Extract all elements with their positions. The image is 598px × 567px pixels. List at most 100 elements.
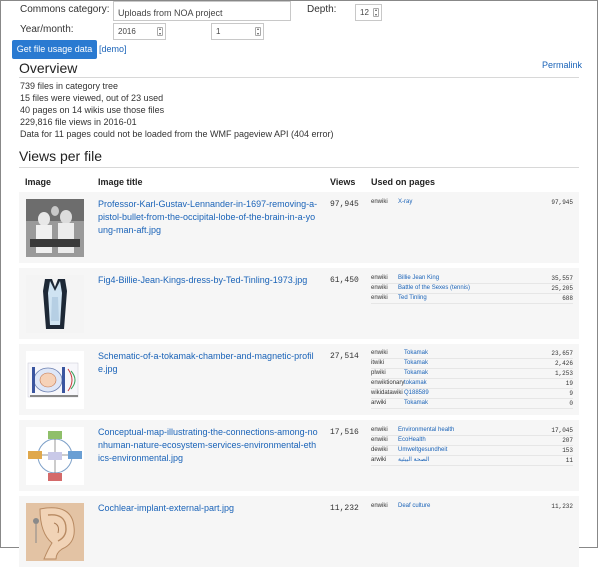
usage-row: dewiki Umweltgesundheit 153 bbox=[371, 446, 573, 456]
usage-page-link[interactable]: Environmental health bbox=[398, 426, 537, 435]
usage-page-link[interactable]: Tokamak bbox=[404, 349, 537, 358]
usage-views: 17,045 bbox=[551, 427, 573, 434]
overview-line: Data for 11 pages could not be loaded fr… bbox=[20, 129, 334, 139]
file-title-link[interactable]: Schematic-of-a-tokamak-chamber-and-magne… bbox=[92, 344, 324, 415]
usage-row: arwiki الصحة البيئية 11 bbox=[371, 456, 573, 466]
column-header-views: Views bbox=[330, 177, 356, 187]
demo-link[interactable]: [demo] bbox=[99, 44, 127, 54]
overview-line: 40 pages on 14 wikis use those files bbox=[20, 105, 165, 115]
usage-row: plwiki Tokamak 1,253 bbox=[371, 369, 573, 379]
file-title-link[interactable]: Cochlear-implant-external-part.jpg bbox=[92, 496, 324, 567]
file-title-link[interactable]: Professor-Karl-Gustav-Lennander-in-1697-… bbox=[92, 192, 324, 263]
views-per-file-heading: Views per file bbox=[19, 148, 103, 164]
category-label: Commons category: bbox=[20, 4, 110, 15]
tokamak-diagram-icon[interactable] bbox=[26, 351, 84, 409]
usage-views: 97,945 bbox=[551, 199, 573, 206]
usage-page-link[interactable]: Deaf culture bbox=[398, 502, 537, 511]
year-stepper[interactable]: 2016 bbox=[113, 23, 166, 40]
usage-page-link[interactable]: الصحة البيئية bbox=[398, 456, 537, 465]
usage-wiki: enwiktionary bbox=[371, 380, 405, 386]
column-header-used-on: Used on pages bbox=[371, 177, 436, 187]
overview-stats: 739 files in category tree 15 files were… bbox=[20, 80, 334, 140]
usage-row: enwiki Ted Tinling 688 bbox=[371, 294, 573, 304]
file-title-link[interactable]: Conceptual-map-illustrating-the-connecti… bbox=[92, 420, 324, 491]
file-views: 27,514 bbox=[324, 344, 365, 415]
usage-row: enwiki Environmental health 17,045 bbox=[371, 426, 573, 436]
table-header-row: Image Image title Views Used on pages bbox=[19, 172, 579, 192]
usage-views: 23,657 bbox=[551, 350, 573, 357]
overview-line: 739 files in category tree bbox=[20, 81, 119, 91]
usage-views: 207 bbox=[562, 437, 573, 444]
depth-stepper[interactable]: 12 bbox=[355, 4, 382, 21]
table-row: Fig4-Billie-Jean-Kings-dress-by-Ted-Tinl… bbox=[19, 268, 579, 339]
depth-value: 12 bbox=[360, 8, 369, 17]
usage-views: 153 bbox=[562, 447, 573, 454]
usage-page-link[interactable]: tokamak bbox=[404, 379, 537, 388]
overview-line: 229,816 file views in 2016-01 bbox=[20, 117, 137, 127]
usage-views: 25,205 bbox=[551, 285, 573, 292]
usage-page-link[interactable]: Umweltgesundheit bbox=[398, 446, 537, 455]
table-row: Schematic-of-a-tokamak-chamber-and-magne… bbox=[19, 344, 579, 415]
usage-wiki: itwiki bbox=[371, 360, 384, 366]
usage-row: enwiki X-ray 97,945 bbox=[371, 198, 573, 207]
usage-wiki: enwiki bbox=[371, 350, 388, 356]
usage-row: arwiki Tokamak 0 bbox=[371, 399, 573, 409]
usage-page-link[interactable]: Tokamak bbox=[404, 399, 537, 408]
column-header-image: Image bbox=[25, 177, 52, 187]
file-views: 17,516 bbox=[324, 420, 365, 491]
file-views: 11,232 bbox=[324, 496, 365, 567]
usage-row: enwiki Tokamak 23,657 bbox=[371, 349, 573, 359]
usage-page-link[interactable]: Battle of the Sexes (tennis) bbox=[398, 284, 537, 293]
usage-row: itwiki Tokamak 2,426 bbox=[371, 359, 573, 369]
column-header-title: Image title bbox=[98, 177, 143, 187]
usage-page-link[interactable]: Tokamak bbox=[404, 359, 537, 368]
concept-map-icon[interactable] bbox=[26, 427, 84, 485]
table-row: Conceptual-map-illustrating-the-connecti… bbox=[19, 420, 579, 491]
month-stepper[interactable]: 1 bbox=[211, 23, 264, 40]
usage-views: 0 bbox=[569, 400, 573, 407]
surgery-photo-icon[interactable] bbox=[26, 199, 84, 257]
usage-page-link[interactable]: Tokamak bbox=[404, 369, 537, 378]
usage-row: enwiki EcoHealth 207 bbox=[371, 436, 573, 446]
usage-views: 11 bbox=[565, 457, 573, 464]
divider bbox=[19, 167, 579, 168]
views-table: Image Image title Views Used on pages Pr… bbox=[19, 172, 579, 567]
usage-wiki: plwiki bbox=[371, 370, 386, 376]
usage-wiki: wikidatawiki bbox=[371, 390, 403, 396]
usage-page-link[interactable]: Billie Jean King bbox=[398, 274, 537, 283]
spinner-icon[interactable] bbox=[255, 27, 261, 36]
usage-page-link[interactable]: Q188589 bbox=[404, 389, 537, 398]
category-input[interactable]: Uploads from NOA project bbox=[113, 1, 291, 21]
spinner-icon[interactable] bbox=[157, 27, 163, 36]
usage-views: 1,253 bbox=[554, 370, 573, 377]
file-views: 61,450 bbox=[324, 268, 365, 339]
get-file-usage-button[interactable]: Get file usage data bbox=[12, 40, 97, 59]
file-title-link[interactable]: Fig4-Billie-Jean-Kings-dress-by-Ted-Tinl… bbox=[92, 268, 324, 339]
year-value: 2016 bbox=[118, 27, 136, 36]
dress-photo-icon[interactable] bbox=[26, 275, 84, 333]
usage-views: 2,426 bbox=[554, 360, 573, 367]
spinner-icon[interactable] bbox=[373, 8, 379, 17]
yearmonth-label: Year/month: bbox=[20, 24, 74, 35]
overview-heading: Overview bbox=[19, 60, 78, 76]
depth-label: Depth: bbox=[307, 4, 337, 15]
usage-views: 688 bbox=[562, 295, 573, 302]
usage-wiki: arwiki bbox=[371, 400, 387, 406]
ear-photo-icon[interactable] bbox=[26, 503, 84, 561]
usage-page-link[interactable]: Ted Tinling bbox=[398, 294, 537, 303]
file-views: 97,945 bbox=[324, 192, 365, 263]
usage-row: enwiki Battle of the Sexes (tennis) 25,2… bbox=[371, 284, 573, 294]
usage-row: enwiktionary tokamak 19 bbox=[371, 379, 573, 389]
permalink-link[interactable]: Permalink bbox=[542, 60, 582, 70]
table-row: Cochlear-implant-external-part.jpg 11,23… bbox=[19, 496, 579, 567]
usage-page-link[interactable]: EcoHealth bbox=[398, 436, 537, 445]
usage-row: wikidatawiki Q188589 9 bbox=[371, 389, 573, 399]
usage-row: enwiki Billie Jean King 35,557 bbox=[371, 274, 573, 284]
usage-page-link[interactable]: X-ray bbox=[398, 198, 537, 207]
usage-views: 11,232 bbox=[551, 503, 573, 510]
month-value: 1 bbox=[216, 27, 221, 36]
usage-views: 9 bbox=[569, 390, 573, 397]
overview-line: 15 files were viewed, out of 23 used bbox=[20, 93, 164, 103]
usage-views: 35,557 bbox=[551, 275, 573, 282]
divider bbox=[19, 77, 579, 78]
